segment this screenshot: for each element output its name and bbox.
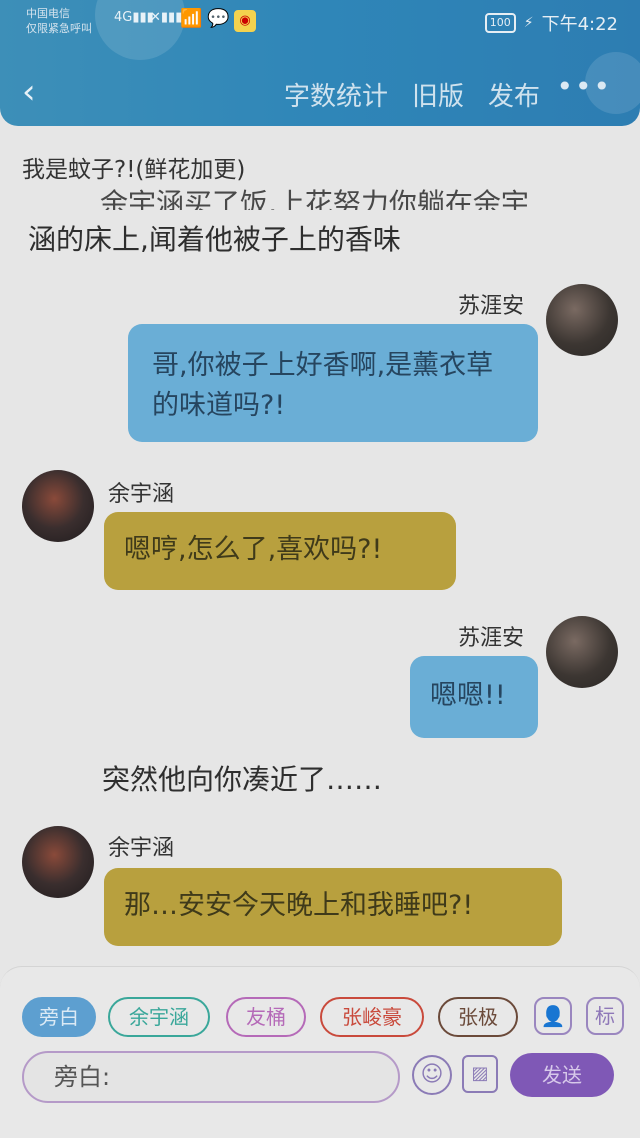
tag-icon[interactable]: 标 [586,997,624,1035]
battery-icon: 100 [484,13,516,33]
chat-bubble[interactable]: 嗯嗯!! [410,656,538,738]
word-count-button[interactable]: 字数统计 [284,76,388,113]
avatar[interactable] [546,284,618,356]
narration: 突然他向你凑近了…… [102,763,383,796]
top-bar: 中国电信 仅限紧急呼叫 4G▮▮▮ ✕▮▮▮ 📶 💬 ◉ 100 ⚡ 下午4:2… [0,0,640,126]
wechat-icon: 💬 [207,8,230,29]
speaker-name: 余宇涵 [108,482,175,507]
role-chip[interactable]: 余宇涵 [108,997,210,1037]
image-icon[interactable]: ▨ [462,1055,498,1093]
role-chip[interactable]: 张峻豪 [320,997,424,1037]
chat-bubble[interactable]: 嗯哼,怎么了,喜欢吗?! [104,512,456,590]
avatar[interactable] [22,470,94,542]
status-right: 100 ⚡ 下午4:22 [484,10,618,36]
role-chip[interactable]: 友桶 [226,997,306,1037]
speaker-name: 苏涯安 [458,626,525,651]
avatar[interactable] [22,826,94,898]
carrier-label: 中国电信 仅限紧急呼叫 [26,6,92,36]
role-chip-narrator[interactable]: 旁白 [22,997,96,1037]
emoji-icon[interactable]: ☺ [412,1055,452,1095]
story-partial-line: 余宇涵买了饭,上花努力你躺在余宇 [100,187,529,210]
signal-icon: 4G▮▮▮ [114,10,154,25]
carrier-line2: 仅限紧急呼叫 [26,22,92,35]
story-line: 涵的床上,闻着他被子上的香味 [28,223,401,256]
clock: 下午4:22 [541,14,618,35]
avatar[interactable] [546,616,618,688]
role-chip[interactable]: 张极 [438,997,518,1037]
old-version-button[interactable]: 旧版 [412,76,464,113]
header-actions: 字数统计 旧版 发布 [284,76,540,113]
story-title: 我是蚊子?!(鲜花加更) [22,157,246,183]
publish-button[interactable]: 发布 [488,76,540,113]
header: ‹ 字数统计 旧版 发布 ••• [0,60,640,124]
more-icon[interactable]: ••• [556,70,612,103]
send-button[interactable]: 发送 [510,1053,614,1097]
back-icon[interactable]: ‹ [22,74,52,110]
charging-icon: ⚡ [523,15,534,31]
carrier-line1: 中国电信 [26,7,70,20]
input-panel: 旁白 余宇涵 友桶 张峻豪 张极 👤 标 旁白: ☺ ▨ 发送 [0,966,640,1138]
chat-bubble[interactable]: 那…安安今天晚上和我睡吧?! [104,868,562,946]
status-bar: 中国电信 仅限紧急呼叫 4G▮▮▮ ✕▮▮▮ 📶 💬 ◉ 100 ⚡ 下午4:2… [0,0,640,44]
message-input[interactable]: 旁白: [22,1051,400,1103]
signal-x-icon: ✕▮▮▮ [150,10,183,25]
speaker-name: 苏涯安 [458,294,525,319]
chat-bubble[interactable]: 哥,你被子上好香啊,是薰衣草的味道吗?! [128,324,538,442]
speaker-name: 余宇涵 [108,836,175,861]
wifi-icon: 📶 [180,8,203,29]
weibo-icon: ◉ [234,10,256,32]
person-card-icon[interactable]: 👤 [534,997,572,1035]
